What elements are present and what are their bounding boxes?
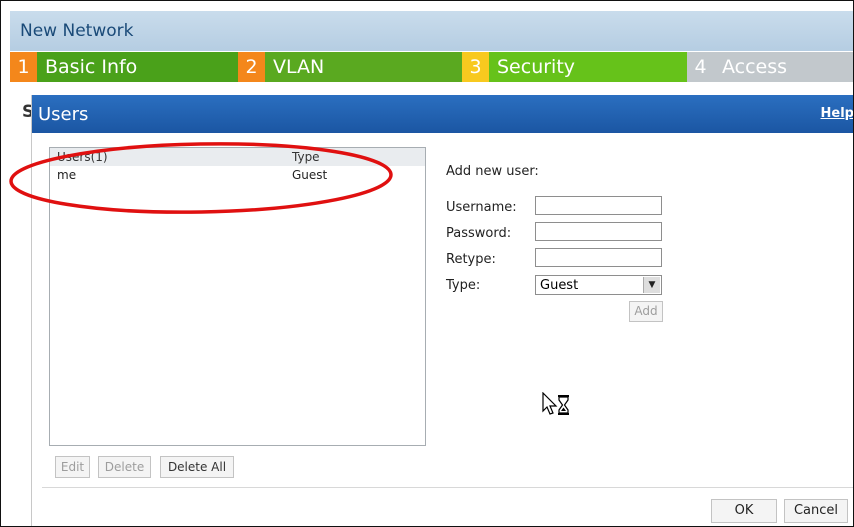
add-user-button[interactable]: Add (629, 301, 663, 322)
tab-label: Basic Info (45, 56, 138, 78)
ok-button[interactable]: OK (711, 499, 777, 523)
step-number: 3 (462, 52, 489, 82)
retype-label: Retype: (446, 252, 496, 267)
username-label: Username: (446, 200, 517, 215)
column-header-users[interactable]: Users(1) (57, 150, 108, 164)
wizard-header: New Network (10, 11, 853, 51)
type-select-value: Guest (540, 278, 579, 293)
busy-cursor-icon (542, 392, 569, 415)
delete-all-button[interactable]: Delete All (160, 456, 234, 478)
type-label: Type: (446, 278, 481, 293)
password-label: Password: (446, 226, 512, 241)
tab-access[interactable]: 4 Access (687, 52, 853, 82)
column-header-type[interactable]: Type (292, 150, 320, 164)
step-number: 2 (238, 52, 265, 82)
retype-password-field[interactable] (535, 248, 662, 267)
tab-label: Access (722, 56, 788, 78)
tab-basic-info[interactable]: 1 Basic Info (10, 52, 238, 82)
step-number: 1 (10, 52, 37, 82)
user-name-cell: me (57, 168, 77, 182)
step-number: 4 (687, 52, 714, 82)
user-type-cell: Guest (292, 168, 328, 182)
type-select[interactable]: Guest ▼ (535, 275, 662, 295)
cancel-button[interactable]: Cancel (784, 499, 848, 523)
chevron-down-icon[interactable]: ▼ (643, 277, 660, 293)
username-field[interactable] (535, 196, 662, 215)
tab-label: Security (497, 56, 576, 78)
users-list[interactable]: Users(1) Type me Guest (49, 147, 426, 446)
window: New Network 1 Basic Info 2 VLAN 3 Securi… (0, 0, 854, 527)
page-title: New Network (20, 21, 134, 41)
edit-button[interactable]: Edit (55, 456, 90, 478)
wizard-steps: 1 Basic Info 2 VLAN 3 Security 4 Access (10, 52, 853, 82)
tab-security[interactable]: 3 Security (462, 52, 687, 82)
footer-divider (42, 487, 853, 488)
dialog-titlebar: Users Help (32, 95, 853, 133)
table-row[interactable]: me Guest (50, 166, 425, 186)
tab-vlan[interactable]: 2 VLAN (238, 52, 462, 82)
add-user-heading: Add new user: (446, 164, 539, 179)
help-link[interactable]: Help (821, 106, 853, 121)
delete-button[interactable]: Delete (98, 456, 151, 478)
dialog-title: Users (38, 104, 89, 125)
users-dialog: Users Help Users(1) Type me Guest Edit D… (31, 95, 853, 526)
password-field[interactable] (535, 222, 662, 241)
users-list-header: Users(1) Type (50, 148, 425, 166)
tab-label: VLAN (273, 56, 325, 78)
